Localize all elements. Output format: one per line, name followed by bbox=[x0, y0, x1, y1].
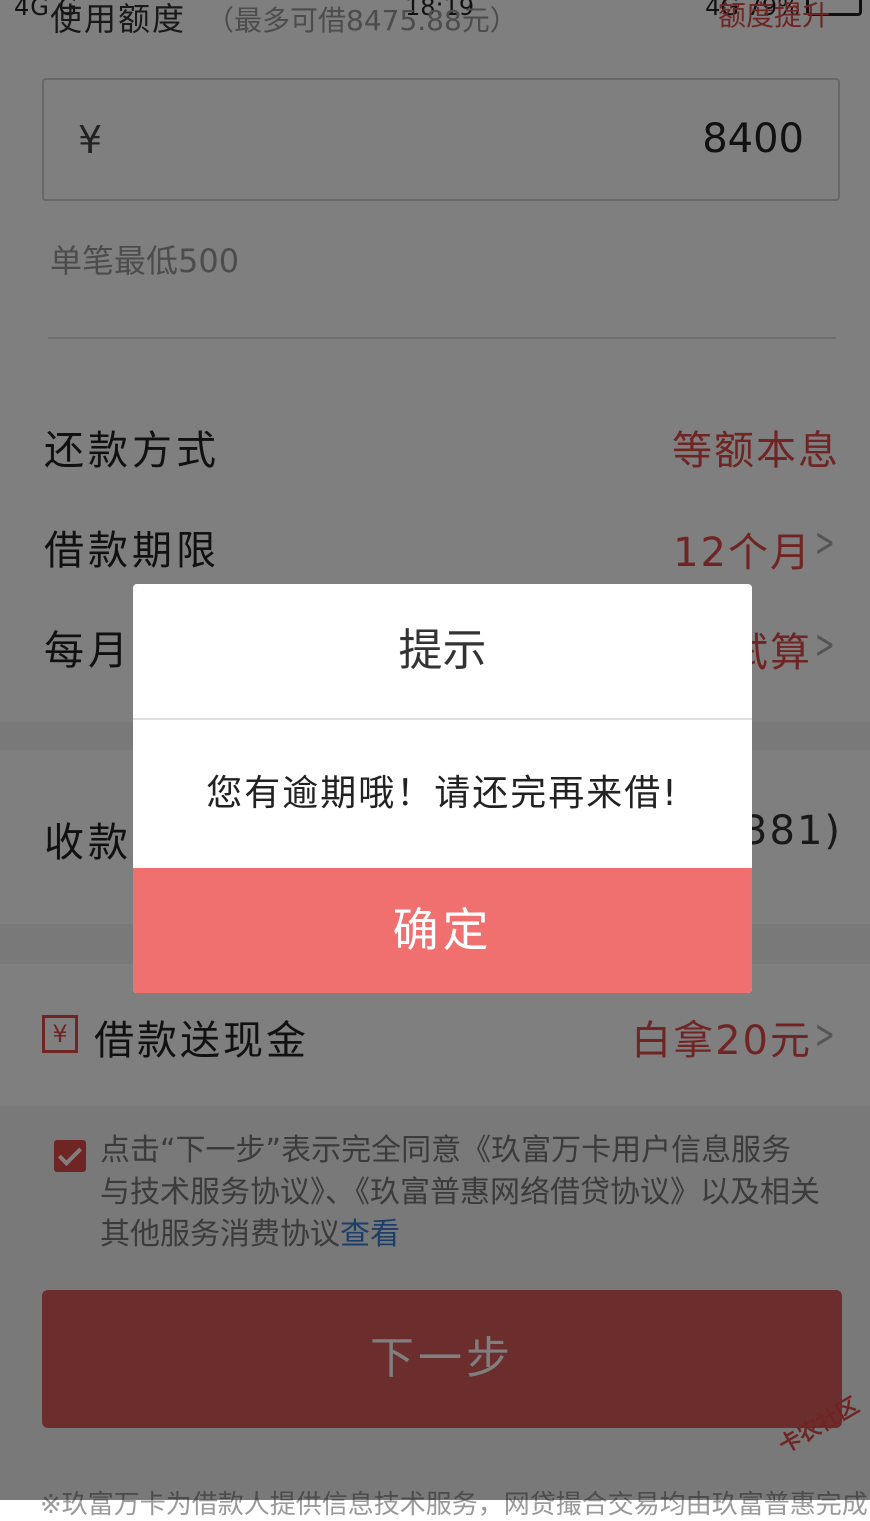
dialog-message: 您有逾期哦！请还完再来借! bbox=[206, 773, 679, 814]
confirm-button[interactable]: 确定 bbox=[133, 868, 752, 993]
dialog-title: 提示 bbox=[398, 625, 487, 676]
alert-dialog: 提示 您有逾期哦！请还完再来借! 确定 bbox=[133, 584, 752, 993]
